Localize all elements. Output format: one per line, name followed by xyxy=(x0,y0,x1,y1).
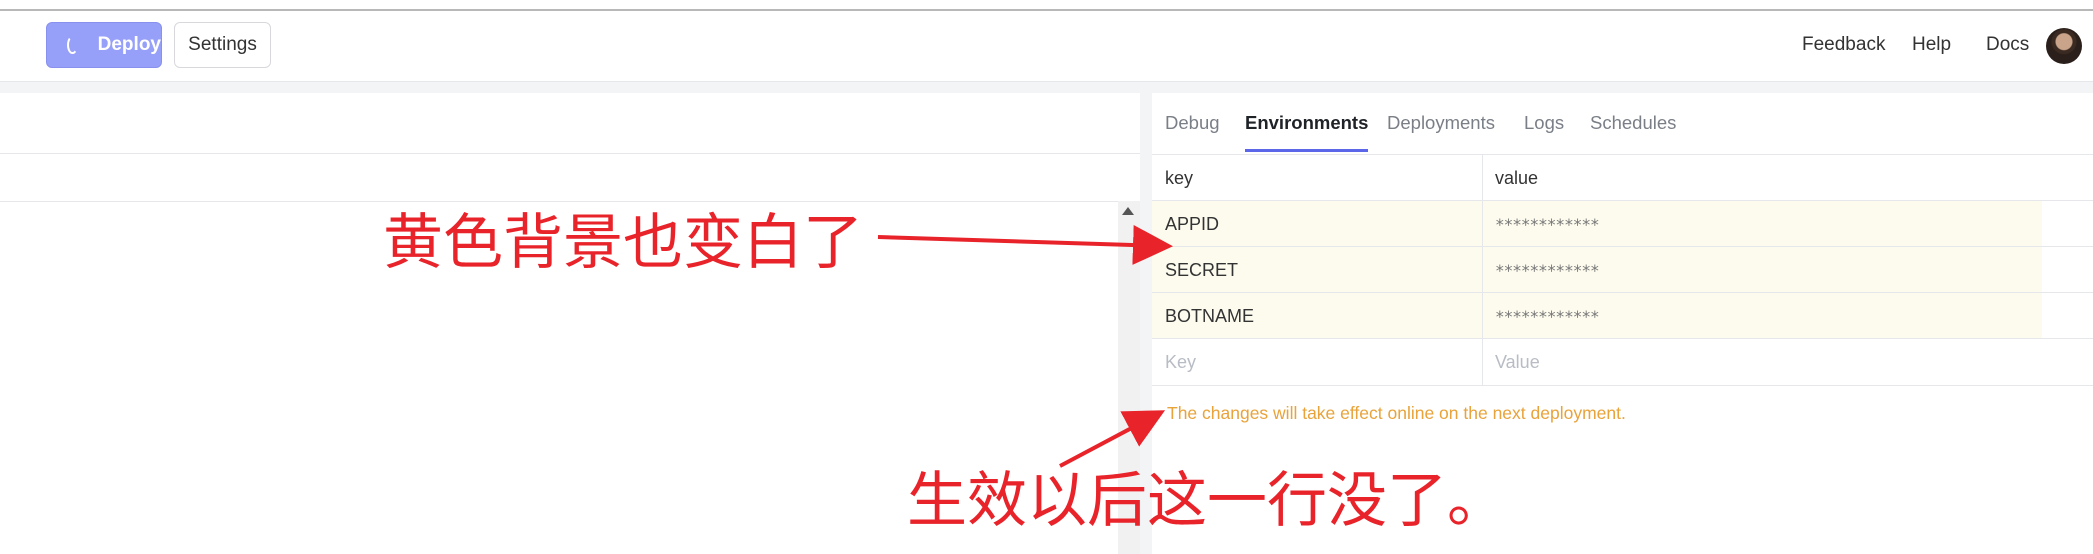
annotation-arrow-bottom xyxy=(1059,410,1166,468)
annotation-arrow-top xyxy=(877,225,1173,265)
annotation-arrows xyxy=(877,225,1173,468)
